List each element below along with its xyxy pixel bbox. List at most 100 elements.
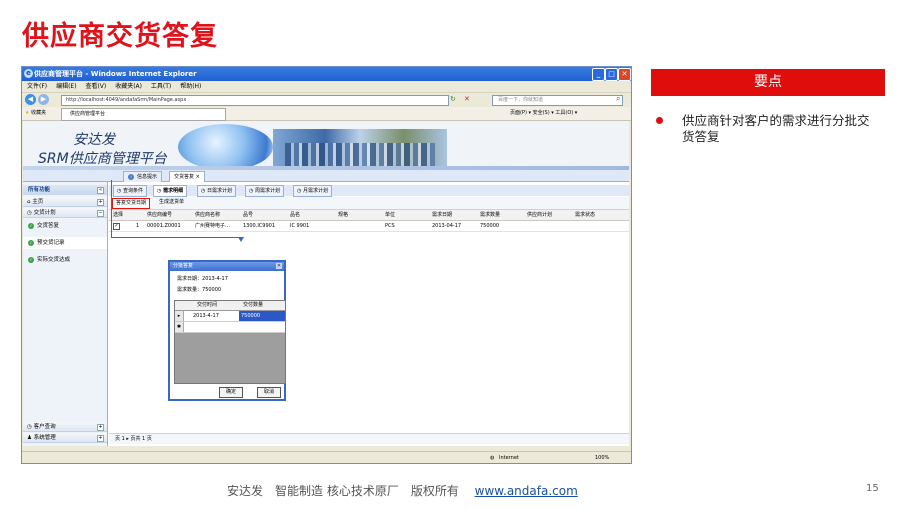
sidebar-item-pre-delivery[interactable]: ✓ 预交货记录 bbox=[23, 237, 107, 249]
menu-view[interactable]: 查看(V) bbox=[85, 83, 106, 90]
back-icon[interactable]: ◀ bbox=[25, 94, 36, 105]
row-pointer-icon: ▸ bbox=[175, 311, 184, 321]
forward-icon[interactable]: ▶ bbox=[38, 94, 49, 105]
menu-file[interactable]: 文件(F) bbox=[27, 83, 47, 90]
cell-supplier-name: 广州赛特电子… bbox=[195, 223, 231, 229]
col-supplier-code[interactable]: 供应商编号 bbox=[147, 210, 172, 220]
globe-image bbox=[178, 124, 273, 170]
info-icon: i bbox=[128, 173, 134, 180]
expand-icon[interactable]: + bbox=[97, 199, 104, 206]
favorites-bar: ★ 收藏夹 供应商管理平台 页面(P) ▾ 安全(S) ▾ 工具(O) ▾ bbox=[22, 107, 631, 121]
grid-pager[interactable]: 页 1 ▸ 页共 1 页 bbox=[109, 433, 629, 444]
cell-supplier-code: 00001.Z0001 bbox=[147, 223, 181, 229]
ie-icon: e bbox=[24, 69, 33, 78]
maximize-icon[interactable]: □ bbox=[605, 68, 618, 81]
table-row[interactable]: ▸ 2013-4-17 750000 bbox=[175, 311, 285, 322]
address-input[interactable]: http://localhost:4049/andafaSrm/MainPage… bbox=[61, 95, 449, 106]
dialog-demand-date: 需求日期：2013-4-17 bbox=[177, 276, 228, 282]
col-unit[interactable]: 单位 bbox=[385, 210, 395, 220]
banner-company: 安达发 bbox=[73, 132, 115, 148]
globe-icon: ◍ bbox=[490, 455, 495, 461]
sidebar-item-delivery-reply[interactable]: ✓ 交货答复 bbox=[23, 220, 107, 232]
menu-tools[interactable]: 工具(T) bbox=[151, 83, 171, 90]
row-checkbox[interactable]: ✓ bbox=[113, 223, 120, 230]
key-points-header: 要点 bbox=[651, 69, 885, 96]
page-tools-menu[interactable]: 页面(P) ▾ 安全(S) ▾ 工具(O) ▾ bbox=[510, 107, 577, 120]
menu-favorites[interactable]: 收藏夹(A) bbox=[115, 83, 142, 90]
menu-edit[interactable]: 编辑(E) bbox=[56, 83, 76, 90]
subtab-demand-detail[interactable]: ◷ 需求明细 bbox=[153, 185, 188, 197]
close-tab-icon[interactable]: × bbox=[196, 174, 200, 180]
check-icon: ✓ bbox=[28, 256, 34, 263]
star-icon[interactable]: ★ bbox=[25, 110, 29, 116]
sidebar-section-home[interactable]: ⌂ 主页 + bbox=[23, 197, 107, 207]
sidebar-section-customer-query[interactable]: ◷ 客户查询 + bbox=[23, 422, 107, 432]
cell-demand-qty: 750000 bbox=[480, 223, 500, 229]
browser-tab[interactable]: 供应商管理平台 bbox=[61, 108, 226, 121]
bullet-icon bbox=[656, 117, 663, 124]
close-icon[interactable]: ✕ bbox=[618, 68, 631, 81]
grid-header: 选择 供应商编号 供应商名称 品号 品名 规格 单位 需求日期 需求数量 供应商… bbox=[109, 210, 629, 221]
sidebar-section-system[interactable]: ♟ 系统管理 + bbox=[23, 433, 107, 443]
col-demand-qty[interactable]: 需求数量 bbox=[480, 210, 500, 220]
cell-delivery-time[interactable]: 2013-4-17 bbox=[193, 311, 219, 321]
sidebar-section-delivery-plan[interactable]: ◷ 交货计划 − bbox=[23, 208, 107, 218]
sidebar-item-actual-delivery[interactable]: ✓ 实际交货达成 bbox=[23, 254, 107, 266]
collapse-section-icon[interactable]: − bbox=[97, 210, 104, 217]
table-row-new[interactable]: ✱ bbox=[175, 322, 285, 333]
col-supplier-plan[interactable]: 供应商计划 bbox=[527, 210, 552, 220]
col-demand-date[interactable]: 需求日期 bbox=[432, 210, 452, 220]
collapse-icon[interactable]: « bbox=[97, 187, 104, 194]
search-icon[interactable]: ⌕ bbox=[616, 94, 620, 104]
col-supplier-name[interactable]: 供应商名称 bbox=[195, 210, 220, 220]
ok-button[interactable]: 确定 bbox=[219, 387, 243, 398]
connector-line bbox=[111, 237, 241, 238]
favorites-label[interactable]: 收藏夹 bbox=[31, 110, 46, 116]
tab-delivery-reply[interactable]: 交货答复 × bbox=[169, 171, 205, 182]
expand-icon[interactable]: + bbox=[97, 435, 104, 442]
check-icon: ✓ bbox=[28, 239, 34, 246]
subtab-daily-plan[interactable]: ◷ 日需求计划 bbox=[197, 185, 236, 197]
dialog-grid: 交付时间 交付数量 ▸ 2013-4-17 750000 ✱ bbox=[174, 300, 286, 384]
menu-help[interactable]: 帮助(H) bbox=[180, 83, 201, 90]
close-icon[interactable]: ✕ bbox=[276, 263, 282, 269]
address-bar-row: ◀ ▶ http://localhost:4049/andafaSrm/Main… bbox=[22, 92, 631, 107]
cancel-button[interactable]: 取消 bbox=[257, 387, 281, 398]
srm-app: 安达发 SRM供应商管理平台 i 信息提示 交货答复 × 所有功能 « ⌂ 主页 +… bbox=[23, 121, 629, 446]
tab-info[interactable]: i 信息提示 bbox=[123, 171, 163, 182]
sidebar: 所有功能 « ⌂ 主页 + ◷ 交货计划 − ✓ 交货答复 ✓ 预交货记录 ✓ 实际交货达… bbox=[23, 182, 108, 446]
expand-icon[interactable]: + bbox=[97, 424, 104, 431]
table-row[interactable]: ✓ 1 00001.Z0001 广州赛特电子… 1300.IC9901 IC 9… bbox=[109, 221, 629, 232]
subtab-weekly-plan[interactable]: ◷ 周需求计划 bbox=[245, 185, 284, 197]
dialog-title: 分批答复 ✕ bbox=[170, 262, 284, 271]
search-input[interactable]: 百度一下，你就知道 bbox=[492, 95, 623, 106]
generate-delivery-note-button[interactable]: 生成送货单 bbox=[156, 198, 187, 207]
page-number: 15 bbox=[866, 483, 879, 494]
minimize-icon[interactable]: _ bbox=[592, 68, 605, 81]
col-spec[interactable]: 规格 bbox=[338, 210, 348, 220]
status-bar: ◍ Internet 100% bbox=[22, 451, 631, 463]
zoom-level[interactable]: 100% bbox=[595, 452, 609, 463]
connector-line bbox=[111, 180, 112, 237]
new-row-icon: ✱ bbox=[175, 322, 184, 332]
menu-bar: 文件(F) 编辑(E) 查看(V) 收藏夹(A) 工具(T) 帮助(H) bbox=[22, 81, 631, 92]
col-demand-status[interactable]: 需求状态 bbox=[575, 210, 595, 220]
col-select[interactable]: 选择 bbox=[113, 210, 123, 220]
col-part-name[interactable]: 品名 bbox=[290, 210, 300, 220]
refresh-icon[interactable]: ↻ bbox=[450, 95, 456, 103]
subtab-query[interactable]: ◷ 查询条件 bbox=[113, 185, 147, 197]
reply-delivery-date-button[interactable]: 答复交货日期 bbox=[112, 198, 151, 209]
stop-icon[interactable]: ✕ bbox=[464, 95, 470, 103]
cell-delivery-qty[interactable]: 750000 bbox=[239, 311, 285, 321]
subtab-monthly-plan[interactable]: ◷ 月需求计划 bbox=[293, 185, 332, 197]
footer-link[interactable]: www.andafa.com bbox=[475, 484, 578, 498]
banner-product: SRM供应商管理平台 bbox=[38, 151, 167, 167]
arrow-down-icon bbox=[238, 237, 244, 242]
col-delivery-time: 交付时间 bbox=[197, 302, 218, 308]
col-part-no[interactable]: 品号 bbox=[243, 210, 253, 220]
window-titlebar: e 供应商管理平台 - Windows Internet Explorer _ … bbox=[22, 67, 631, 81]
window-title: 供应商管理平台 - Windows Internet Explorer bbox=[34, 70, 197, 78]
footer-copyright: 安达发 智能制造 核心技术原厂 版权所有 bbox=[227, 484, 459, 498]
users-icon: ♟ bbox=[27, 435, 34, 441]
app-tab-row: i 信息提示 交货答复 × bbox=[23, 170, 629, 182]
